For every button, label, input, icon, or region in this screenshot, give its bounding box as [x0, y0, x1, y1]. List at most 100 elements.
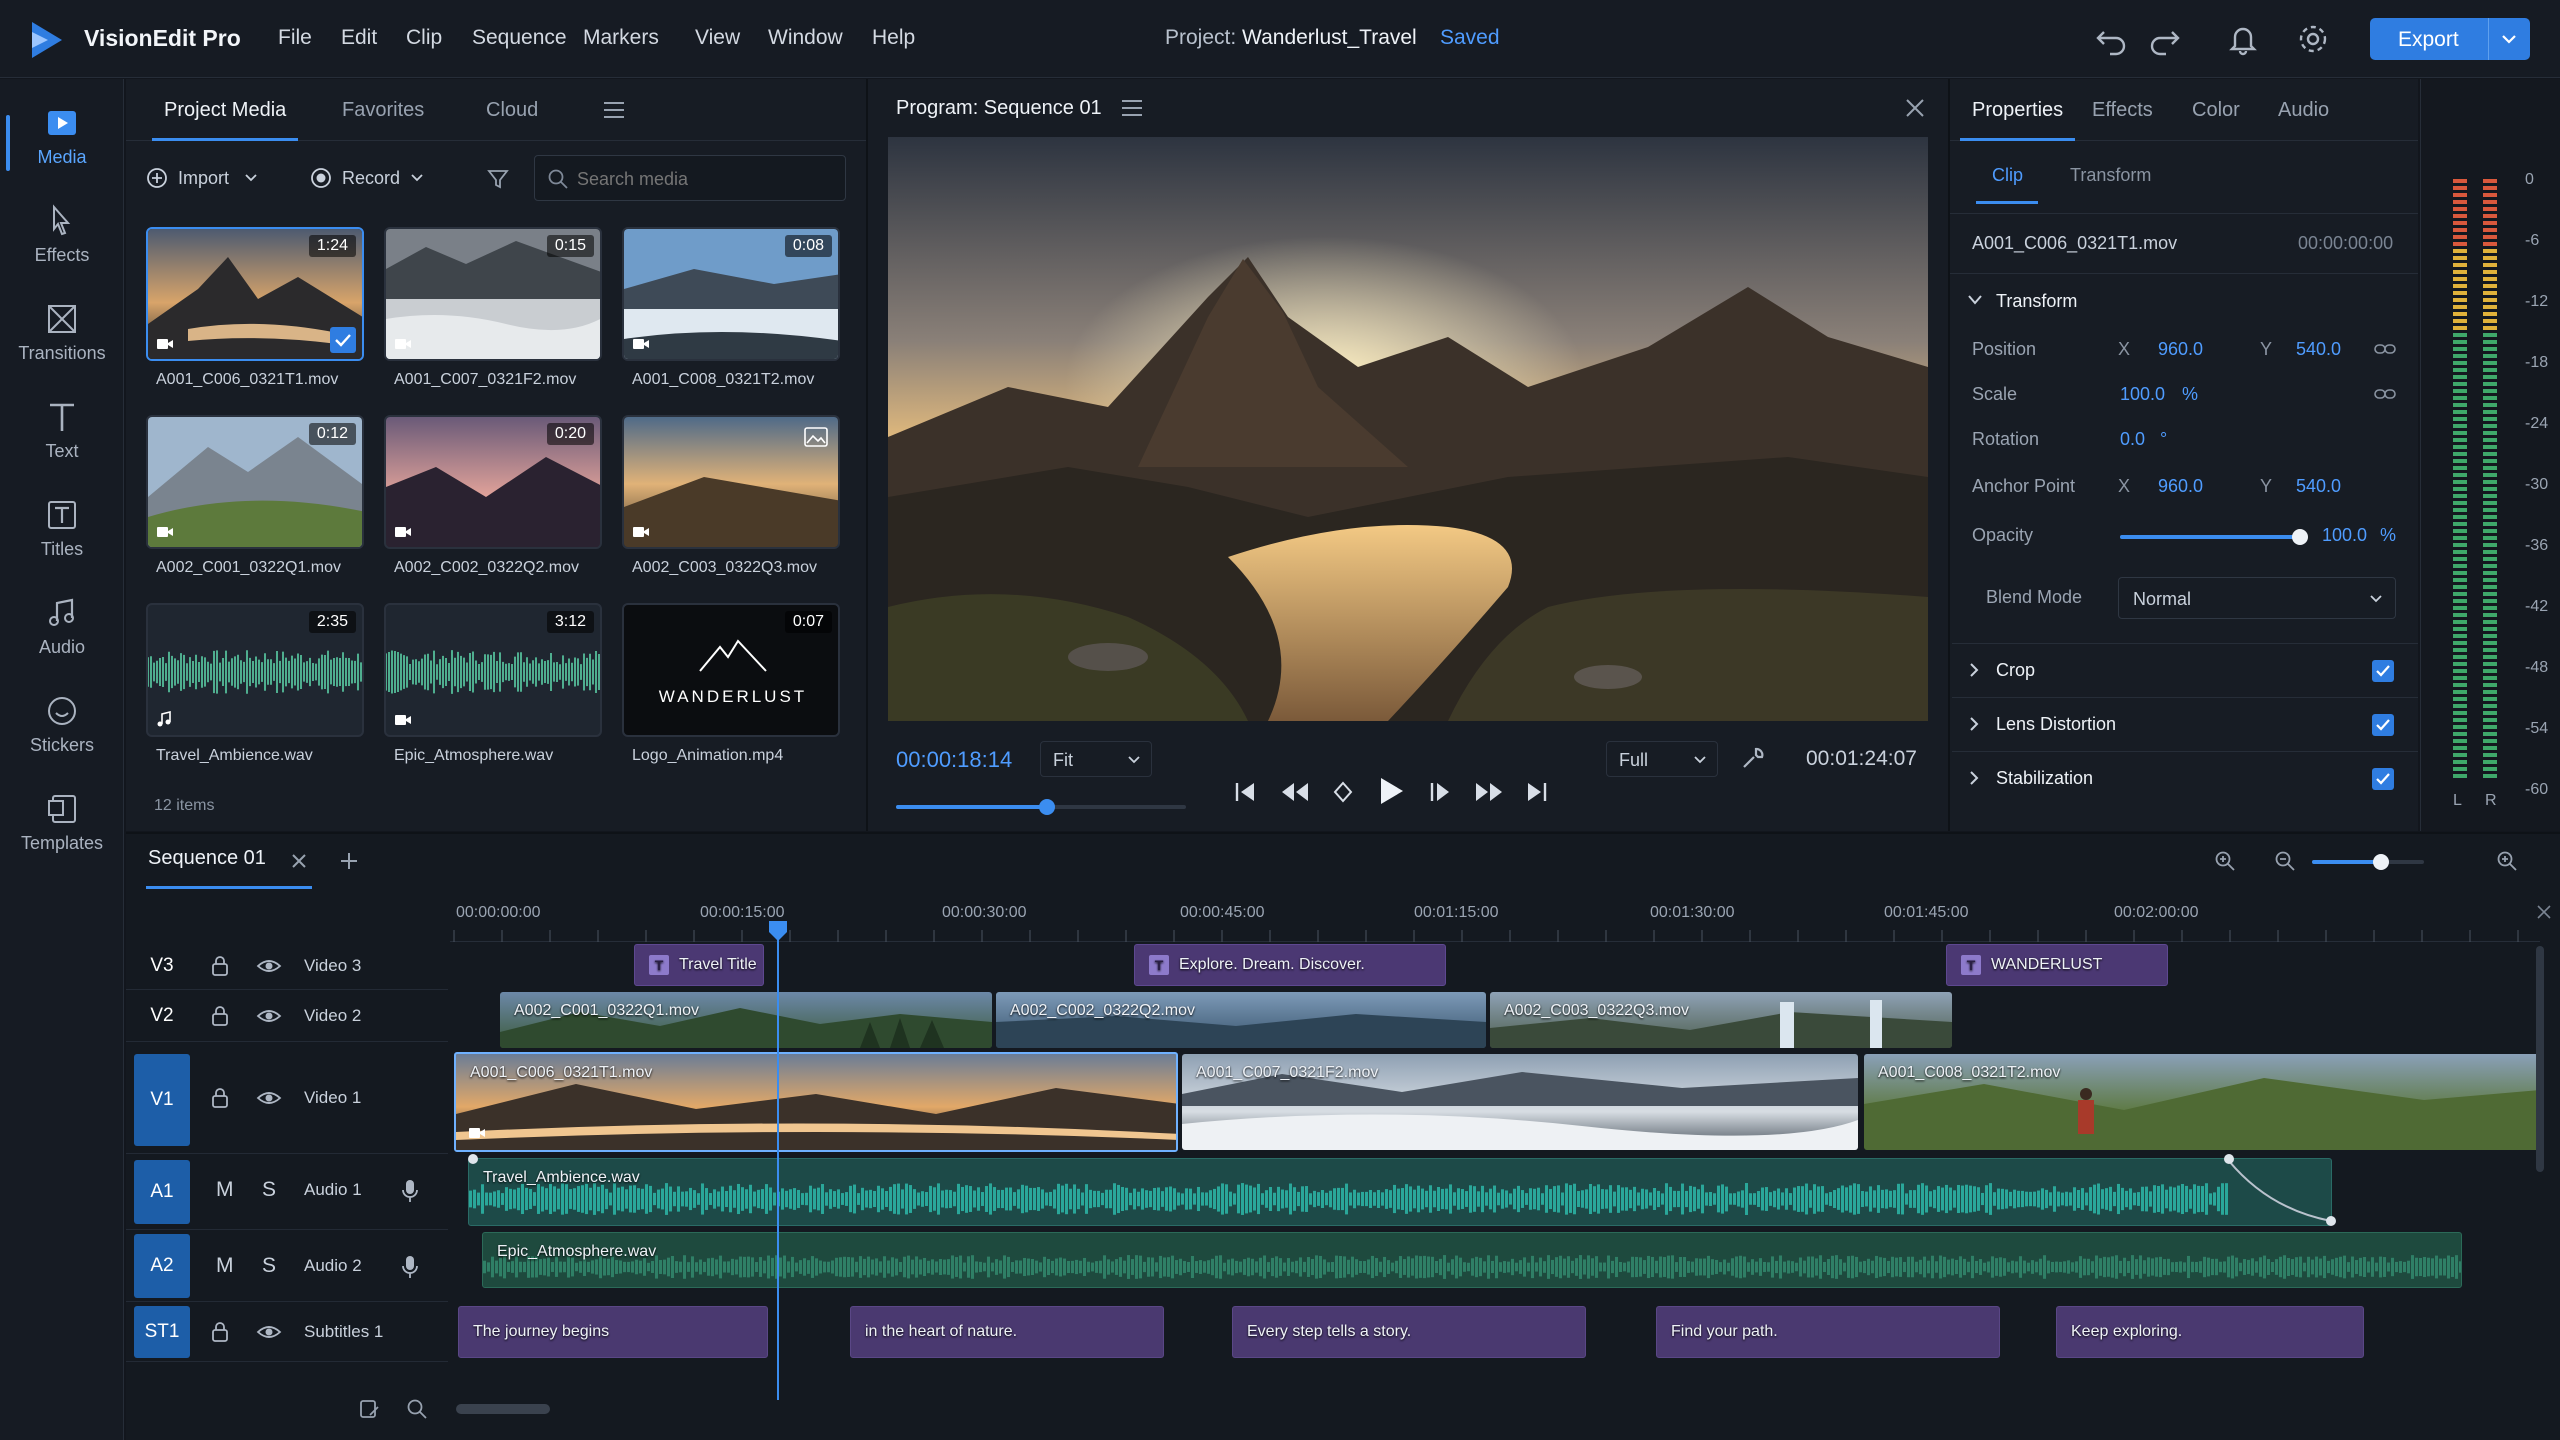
media-thumb[interactable]: 0:15 [384, 227, 602, 361]
video-clip[interactable]: A001_C008_0321T2.mov [1864, 1054, 2540, 1150]
zoom-fit-icon[interactable] [2214, 850, 2236, 872]
menu-icon[interactable] [1120, 97, 1144, 119]
tab-color[interactable]: Color [2192, 79, 2240, 141]
video-clip[interactable]: A002_C003_0322Q3.mov [1490, 992, 1952, 1048]
position-x-value[interactable]: 960.0 [2158, 339, 2203, 360]
scale-value[interactable]: 100.0 [2120, 384, 2165, 405]
lock-icon[interactable] [210, 1005, 230, 1027]
track-tag[interactable]: A2 [134, 1234, 190, 1298]
step-forward-icon[interactable] [1428, 779, 1452, 805]
audio-clip[interactable]: Epic_Atmosphere.wav [482, 1232, 2462, 1288]
menu-window[interactable]: Window [768, 26, 843, 50]
export-button[interactable]: Export [2370, 18, 2530, 60]
anchor-y-value[interactable]: 540.0 [2296, 476, 2341, 497]
fit-dropdown[interactable]: Fit [1040, 741, 1152, 777]
subtitle-clip[interactable]: Every step tells a story. [1232, 1306, 1586, 1358]
redo-icon[interactable] [2146, 20, 2184, 58]
section-crop[interactable]: Crop [1952, 643, 2418, 697]
link-icon[interactable] [2374, 386, 2396, 402]
selected-check[interactable] [330, 327, 356, 353]
filter-icon[interactable] [486, 167, 510, 191]
search-input[interactable] [577, 166, 837, 192]
sidebar-item-titles[interactable]: Titles [0, 487, 124, 583]
skip-start-icon[interactable] [1232, 779, 1258, 805]
track-tag[interactable]: V1 [134, 1054, 190, 1146]
media-thumb[interactable]: 3:12 [384, 603, 602, 737]
menu-clip[interactable]: Clip [406, 26, 442, 50]
opacity-value[interactable]: 100.0 [2322, 525, 2367, 546]
audio-clip[interactable]: Travel_Ambience.wav [468, 1158, 2332, 1226]
stabilization-checkbox[interactable] [2372, 768, 2394, 790]
rewind-icon[interactable] [1280, 779, 1310, 805]
sidebar-item-stickers[interactable]: Stickers [0, 683, 124, 779]
opacity-handle[interactable] [2292, 529, 2308, 545]
record-button[interactable]: Record [310, 159, 434, 197]
media-thumb[interactable]: 0:20 [384, 415, 602, 549]
media-thumb[interactable]: WANDERLUST 0:07 [622, 603, 840, 737]
sidebar-item-audio[interactable]: Audio [0, 585, 124, 681]
video-clip[interactable]: A001_C007_0321F2.mov [1182, 1054, 1858, 1150]
eye-icon[interactable] [256, 956, 282, 976]
tab-cloud[interactable]: Cloud [486, 79, 538, 141]
tab-properties[interactable]: Properties [1959, 79, 2076, 141]
scrub-handle[interactable] [1039, 799, 1055, 815]
mute-button[interactable]: M [216, 1178, 234, 1202]
sidebar-item-templates[interactable]: Templates [0, 781, 124, 877]
track-tag[interactable]: V2 [134, 1000, 190, 1032]
quality-dropdown[interactable]: Full [1606, 741, 1718, 777]
solo-button[interactable]: S [262, 1254, 276, 1278]
menu-icon[interactable] [602, 99, 626, 121]
video-clip[interactable]: A002_C001_0322Q1.mov [500, 992, 992, 1048]
transform-heading[interactable]: Transform [1996, 291, 2077, 312]
keyframe[interactable] [2224, 1154, 2234, 1164]
section-stabilization[interactable]: Stabilization [1952, 751, 2418, 805]
media-thumb[interactable]: 1:24 [146, 227, 364, 361]
subtitle-clip[interactable]: in the heart of nature. [850, 1306, 1164, 1358]
sidebar-item-transitions[interactable]: Transitions [0, 291, 124, 387]
import-button[interactable]: Import [146, 159, 270, 197]
play-icon[interactable] [1376, 775, 1406, 807]
bell-icon[interactable] [2224, 20, 2262, 58]
track-tag[interactable]: V3 [134, 950, 190, 982]
search-box[interactable] [534, 155, 846, 201]
lock-icon[interactable] [210, 955, 230, 977]
menu-help[interactable]: Help [872, 26, 915, 50]
zoom-out-icon[interactable] [2274, 850, 2296, 872]
menu-view[interactable]: View [695, 26, 740, 50]
mute-button[interactable]: M [216, 1254, 234, 1278]
current-timecode[interactable]: 00:00:18:14 [896, 747, 1012, 773]
subtab-transform[interactable]: Transform [2070, 165, 2151, 186]
menu-markers[interactable]: Markers [583, 26, 659, 50]
zoom-handle[interactable] [2373, 854, 2389, 870]
edit-track-icon[interactable] [358, 1398, 380, 1420]
media-thumb[interactable]: 2:35 [146, 603, 364, 737]
lock-icon[interactable] [210, 1087, 230, 1109]
wrench-icon[interactable] [1740, 745, 1766, 771]
sidebar-item-text[interactable]: Text [0, 389, 124, 485]
subtitle-clip[interactable]: The journey begins [458, 1306, 768, 1358]
close-icon[interactable] [1904, 97, 1926, 119]
sidebar-item-effects[interactable]: Effects [0, 193, 124, 289]
media-thumb[interactable]: 0:08 [622, 227, 840, 361]
chevron-down-icon[interactable] [2500, 31, 2518, 47]
video-clip-selected[interactable]: A001_C006_0321T1.mov [454, 1052, 1178, 1152]
media-thumb[interactable] [622, 415, 840, 549]
chevron-down-icon[interactable] [1966, 293, 1984, 307]
marker-diamond-icon[interactable] [1332, 779, 1354, 805]
horizontal-scrollbar[interactable] [456, 1404, 550, 1414]
video-clip[interactable]: A002_C002_0322Q2.mov [996, 992, 1486, 1048]
media-thumb[interactable]: 0:12 [146, 415, 364, 549]
zoom-in-icon[interactable] [2496, 850, 2518, 872]
subtab-clip[interactable]: Clip [1992, 165, 2023, 186]
section-lens-distortion[interactable]: Lens Distortion [1952, 697, 2418, 751]
skip-end-icon[interactable] [1524, 779, 1550, 805]
undo-icon[interactable] [2092, 20, 2130, 58]
eye-icon[interactable] [256, 1006, 282, 1026]
anchor-x-value[interactable]: 960.0 [2158, 476, 2203, 497]
solo-button[interactable]: S [262, 1178, 276, 1202]
microphone-icon[interactable] [402, 1254, 418, 1280]
timeline-zoom-slider[interactable] [2312, 854, 2424, 870]
keyframe[interactable] [2326, 1216, 2336, 1226]
track-tag[interactable]: ST1 [134, 1306, 190, 1358]
sequence-tab[interactable]: Sequence 01 [148, 847, 266, 870]
